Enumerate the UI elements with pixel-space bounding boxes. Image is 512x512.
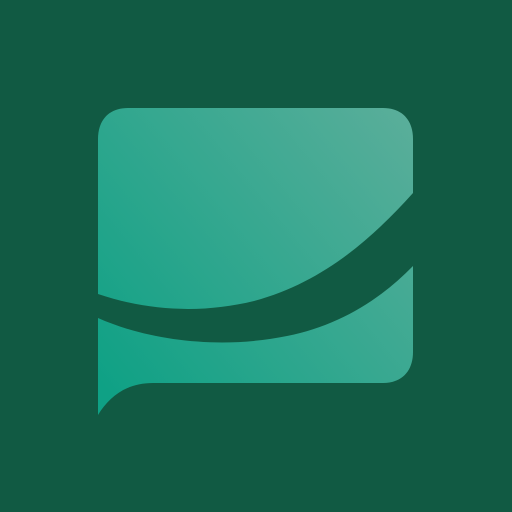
chat-bubble-upper-shape [98,108,413,309]
chat-bubble-logo-icon [98,108,413,415]
app-icon-canvas [0,0,512,512]
